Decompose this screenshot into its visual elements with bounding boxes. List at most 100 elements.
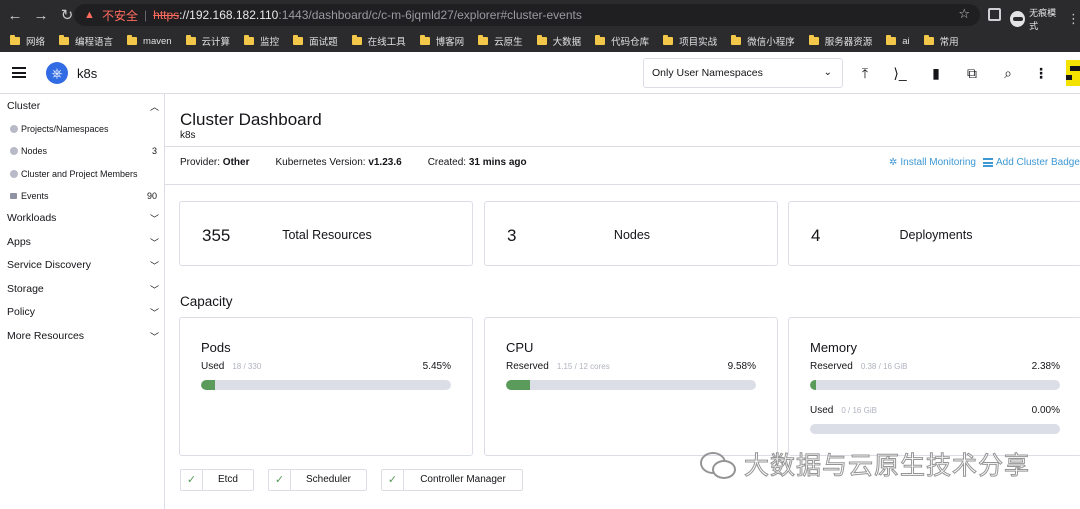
bookmark-item[interactable]: 面试题 (293, 34, 338, 48)
sidebar-group-more-resources[interactable]: More Resources ﹀ (7, 330, 159, 342)
list-icon (982, 158, 993, 167)
deployments-card[interactable]: 4 Deployments (788, 201, 1080, 266)
capacity-row: Used 0 / 16 GiB 0.00% (810, 405, 1060, 416)
node-icon (10, 147, 18, 155)
namespace-filter-value: Only User Namespaces (652, 67, 763, 79)
capacity-row: Used 18 / 330 5.45% (201, 361, 451, 372)
bookmark-label: 常用 (939, 37, 959, 48)
kubectl-shell-icon[interactable]: ⟩_ (891, 64, 909, 82)
sidebar-group-label: Cluster (7, 100, 41, 112)
folder-icon (127, 35, 138, 45)
namespace-icon (10, 125, 18, 133)
sidebar-group-label: Policy (7, 306, 36, 318)
count-label: Deployments (899, 228, 973, 242)
capacity-row: Reserved 1.15 / 12 cores 9.58% (506, 361, 756, 372)
sidebar-item-cluster-members[interactable]: Cluster and Project Members (10, 169, 157, 179)
nodes-card[interactable]: 3 Nodes (484, 201, 778, 266)
url-host: ://192.168.182.110 (179, 8, 279, 22)
bookmark-item[interactable]: 云计算 (185, 34, 230, 48)
folder-icon (886, 35, 897, 45)
folder-icon (923, 35, 934, 45)
hamburger-menu-icon[interactable] (12, 67, 26, 78)
sidebar-group-label: More Resources (7, 330, 85, 342)
bookmark-label: 博客网 (435, 37, 465, 48)
bookmark-item[interactable]: 常用 (923, 34, 959, 48)
folder-icon (59, 35, 70, 45)
bookmark-item[interactable]: 项目实战 (663, 34, 717, 48)
search-icon[interactable]: ⌕ (999, 64, 1017, 82)
folder-icon (478, 35, 489, 45)
chevron-down-icon: ﹀ (149, 238, 159, 248)
kubernetes-logo-icon: ⎈ (46, 62, 68, 84)
wechat-icon (700, 450, 736, 479)
count-label: Nodes (613, 228, 651, 242)
forward-arrow-icon[interactable]: → (30, 4, 52, 26)
total-resources-card[interactable]: 355 Total Resources (179, 201, 473, 266)
sidebar-item-events[interactable]: Events 90 (10, 191, 157, 201)
bookmark-label: 在线工具 (367, 37, 406, 48)
sidebar-item-nodes[interactable]: Nodes 3 (10, 146, 157, 156)
bookmark-item[interactable]: 博客网 (419, 34, 465, 48)
download-kubeconfig-icon[interactable]: ▮ (927, 64, 945, 82)
bookmark-item[interactable]: 大数据 (536, 34, 581, 48)
folder-icon (419, 35, 430, 45)
sidebar-group-storage[interactable]: Storage ﹀ (7, 283, 159, 295)
sidebar-group-cluster[interactable]: Cluster ︿ (7, 100, 159, 112)
sidebar-group-policy[interactable]: Policy ﹀ (7, 306, 159, 318)
chevron-up-icon: ︿ (149, 102, 159, 112)
wechat-watermark: 大数据与云原生技术分享 (700, 446, 1030, 482)
chevron-down-icon: ﹀ (149, 308, 159, 318)
sidebar-item-count: 90 (146, 191, 157, 201)
sidebar-group-service-discovery[interactable]: Service Discovery ﹀ (7, 259, 159, 271)
bookmark-item[interactable]: 代码仓库 (595, 34, 649, 48)
folder-icon (293, 35, 304, 45)
more-actions-icon[interactable]: ⋮ (1032, 64, 1050, 82)
add-cluster-badge-link[interactable]: Add Cluster Badge (982, 157, 1080, 168)
count-label: Total Resources (282, 228, 372, 242)
sidebar-item-count: 3 (151, 146, 157, 156)
memory-reserved-bar (810, 380, 1060, 390)
bookmark-item[interactable]: maven (127, 35, 172, 47)
provider-info: Provider: Other (180, 157, 250, 168)
copy-kubeconfig-icon[interactable]: ⧉ (963, 64, 981, 82)
folder-icon (244, 35, 255, 45)
progress-fill (201, 380, 215, 390)
folder-icon (663, 35, 674, 45)
address-bar[interactable]: ▲ 不安全 | https ://192.168.182.110 :1443/d… (74, 4, 980, 26)
upload-icon[interactable]: ⤒ (856, 64, 874, 82)
incognito-icon (1010, 11, 1026, 27)
incognito-indicator[interactable]: 无痕模式 ⋮ (1010, 6, 1080, 32)
bookmark-item[interactable]: 微信小程序 (731, 34, 795, 48)
cpu-capacity-card: CPU Reserved 1.15 / 12 cores 9.58% (484, 317, 778, 456)
bookmark-item[interactable]: 监控 (244, 34, 279, 48)
install-monitoring-link[interactable]: ✲ Install Monitoring (889, 157, 976, 168)
sidebar-group-label: Service Discovery (7, 259, 92, 271)
bookmark-label: 代码仓库 (611, 37, 650, 48)
side-panel-icon[interactable] (988, 8, 1001, 21)
bookmark-star-icon[interactable]: ☆ (958, 6, 970, 22)
back-arrow-icon[interactable]: ← (4, 4, 26, 26)
bookmark-item[interactable]: ai (886, 35, 910, 47)
bookmark-label: 网络 (26, 37, 46, 48)
bookmark-item[interactable]: 云原生 (478, 34, 523, 48)
bookmark-item[interactable]: 在线工具 (351, 34, 406, 48)
cluster-name: k8s (77, 66, 98, 81)
bookmark-item[interactable]: 编程语言 (59, 34, 113, 48)
bookmark-item[interactable]: 网络 (10, 34, 45, 48)
chevron-down-icon: ﹀ (149, 285, 159, 295)
bookmark-item[interactable]: 服务器资源 (808, 34, 872, 48)
brand-logo[interactable] (1066, 60, 1080, 86)
sidebar-group-apps[interactable]: Apps ﹀ (7, 236, 159, 248)
bookmark-label: 面试题 (309, 37, 338, 48)
pods-used-bar (201, 380, 451, 390)
progress-fill (506, 380, 530, 390)
browser-menu-icon[interactable]: ⋮ (1067, 11, 1080, 27)
sidebar-item-projects-namespaces[interactable]: Projects/Namespaces (10, 124, 157, 134)
namespace-filter-select[interactable]: Only User Namespaces ⌄ (643, 58, 843, 88)
dashboard-actions: ✲ Install Monitoring Add Cluster Badge (889, 157, 1080, 168)
folder-icon (10, 35, 20, 45)
chevron-down-icon: ﹀ (149, 214, 159, 224)
incognito-label: 无痕模式 (1029, 8, 1057, 31)
sidebar-group-workloads[interactable]: Workloads ﹀ (7, 212, 159, 224)
page-subtitle: k8s (180, 130, 196, 141)
